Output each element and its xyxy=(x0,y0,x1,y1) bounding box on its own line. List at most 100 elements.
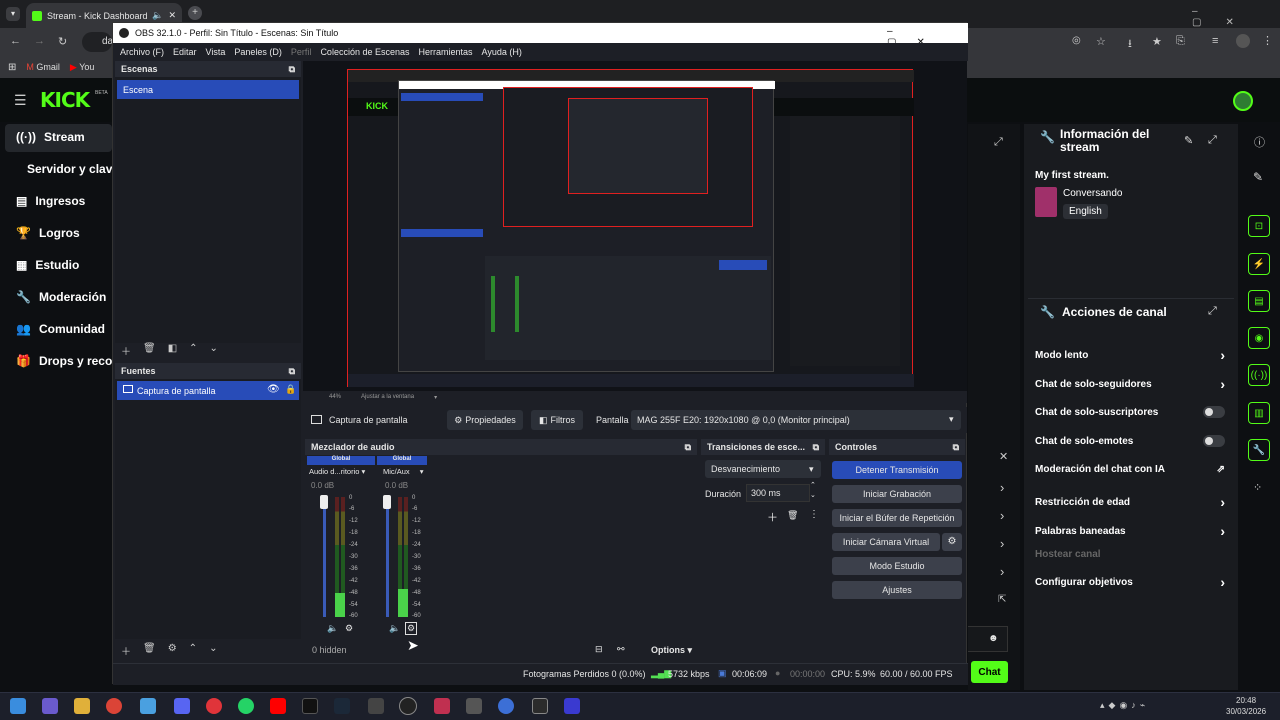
popout-icon[interactable]: ⤢ xyxy=(1208,134,1217,147)
popout-icon[interactable]: ⤢ xyxy=(1208,305,1217,318)
nav-ingresos[interactable]: ▤ Ingresos xyxy=(16,194,85,208)
gear-icon[interactable]: ⚙ xyxy=(168,643,177,658)
taskbar-app-icon[interactable] xyxy=(206,698,222,714)
channel-1-gear-icon[interactable]: ⚙ xyxy=(345,623,353,634)
eye-off-icon[interactable]: ◎ xyxy=(1072,35,1081,46)
chevron-right-icon[interactable]: › xyxy=(1000,564,1004,579)
expand-icon[interactable]: ⤢ xyxy=(994,136,1003,149)
virtual-camera-gear-icon[interactable]: ⚙ xyxy=(942,533,962,551)
address-bar[interactable]: da xyxy=(82,32,113,52)
filter-icon[interactable]: ◧ xyxy=(168,343,177,358)
rail-wrench-icon[interactable]: 🔧 xyxy=(1248,439,1270,461)
speaker-icon[interactable]: 🔈 xyxy=(152,10,163,21)
properties-button[interactable]: ⚙ Propiedades xyxy=(447,410,523,430)
add-icon[interactable]: ＋ xyxy=(121,343,131,358)
bookmark-youtube[interactable]: ▶ You xyxy=(70,62,94,73)
edit-icon[interactable]: ✎ xyxy=(1184,134,1193,147)
chevron-right-icon[interactable]: › xyxy=(1000,536,1004,551)
menu-herramientas[interactable]: Herramientas xyxy=(419,47,473,57)
action-followers-only[interactable]: Chat de solo-seguidores › xyxy=(1035,376,1225,392)
channel-1-speaker-icon[interactable]: 🔈 xyxy=(327,623,338,634)
external-link-icon[interactable]: ⇱ xyxy=(998,594,1006,605)
start-virtual-camera-button[interactable]: Iniciar Cámara Virtual xyxy=(832,533,940,551)
windows-start-icon[interactable] xyxy=(10,698,26,714)
chat-input[interactable]: ☻ xyxy=(968,626,1008,652)
obs-icon[interactable] xyxy=(399,697,417,715)
chevron-right-icon[interactable]: › xyxy=(1000,508,1004,523)
action-banned-words[interactable]: Palabras baneadas › xyxy=(1035,523,1225,539)
add-icon[interactable]: ＋ xyxy=(121,643,131,658)
nav-logros[interactable]: 🏆 Logros xyxy=(16,226,80,240)
nav-comunidad[interactable]: 👥 Comunidad xyxy=(16,322,105,336)
info-icon[interactable]: ⓘ xyxy=(1254,134,1265,150)
trash-icon[interactable]: 🗑 xyxy=(143,643,156,658)
channel-2-fader-track[interactable] xyxy=(386,497,389,617)
rail-bolt-icon[interactable]: ⚡ xyxy=(1248,253,1270,275)
taskbar-clock[interactable]: 20:48 30/03/2026 xyxy=(1226,695,1266,717)
taskbar-app-icon[interactable] xyxy=(368,698,384,714)
start-recording-button[interactable]: Iniciar Grabación xyxy=(832,485,962,503)
taskbar-app-icon[interactable] xyxy=(498,698,514,714)
star-icon[interactable]: ☆ xyxy=(1096,35,1106,48)
undock-icon[interactable]: ⧉ xyxy=(289,366,295,377)
menu-editar[interactable]: Editar xyxy=(173,47,197,57)
apps-grid-icon[interactable]: ⊞ xyxy=(8,62,16,73)
action-goals[interactable]: Configurar objetivos › xyxy=(1035,574,1225,590)
channel-2-name[interactable]: Mic/Aux ▾ xyxy=(383,467,424,476)
stepper-down-icon[interactable]: ⌄ xyxy=(810,491,816,499)
undock-icon[interactable]: ⧉ xyxy=(289,64,295,75)
chevron-down-icon[interactable]: ▾ xyxy=(434,394,437,401)
action-emotes-only[interactable]: Chat de solo-emotes xyxy=(1035,435,1225,447)
rail-doc-icon[interactable]: ▤ xyxy=(1248,290,1270,312)
steam-icon[interactable] xyxy=(334,698,350,714)
tab-search-icon[interactable]: ▾ xyxy=(6,7,20,21)
eye-icon[interactable]: 👁 xyxy=(267,384,280,395)
stepper-up-icon[interactable]: ⌃ xyxy=(810,481,816,489)
mixer-options[interactable]: Options ▾ xyxy=(651,645,692,656)
action-age-restriction[interactable]: Restricción de edad › xyxy=(1035,494,1225,510)
menu-perfil[interactable]: Perfil xyxy=(291,47,312,57)
undock-icon[interactable]: ⧉ xyxy=(813,442,819,453)
undock-icon[interactable]: ⧉ xyxy=(685,442,691,453)
taskbar-app-icon[interactable] xyxy=(42,698,58,714)
link-icon[interactable]: ⚯ xyxy=(617,644,625,655)
settings-button[interactable]: Ajustes xyxy=(832,581,962,599)
undock-icon[interactable]: ⧉ xyxy=(953,442,959,453)
preview-area[interactable]: KICK − xyxy=(303,61,967,402)
emotes-only-toggle[interactable] xyxy=(1203,435,1225,447)
menu-paneles[interactable]: Paneles (D) xyxy=(234,47,282,57)
channel-1-fader-track[interactable] xyxy=(323,497,326,617)
down-icon[interactable]: ⌄ xyxy=(209,643,217,658)
menu-ayuda[interactable]: Ayuda (H) xyxy=(482,47,522,57)
nav-stream[interactable]: ((·)) Stream xyxy=(16,130,85,144)
rail-layout-icon[interactable]: ▥ xyxy=(1248,402,1270,424)
channel-2-fader-handle[interactable] xyxy=(383,495,391,509)
youtube-icon[interactable] xyxy=(270,698,286,714)
filters-button[interactable]: ◧ Filtros xyxy=(531,410,583,430)
trash-icon[interactable]: 🗑 xyxy=(143,343,156,358)
lock-icon[interactable]: 🔒 xyxy=(285,384,296,395)
more-icon[interactable]: ⁘ xyxy=(1253,481,1262,494)
kick-logo[interactable]: KICK xyxy=(40,88,90,112)
up-icon[interactable]: ⌃ xyxy=(189,343,197,358)
action-subs-only[interactable]: Chat de solo-suscriptores xyxy=(1035,406,1225,418)
kebab-icon[interactable]: ⋮ xyxy=(809,509,819,520)
transition-select[interactable]: Desvanecimiento ▾ xyxy=(705,460,821,478)
add-icon[interactable]: ＋ xyxy=(767,509,778,525)
action-slow-mode[interactable]: Modo lento › xyxy=(1035,347,1225,363)
nav-estudio[interactable]: ▦ Estudio xyxy=(16,258,79,272)
duration-input[interactable]: 300 ms xyxy=(746,484,810,502)
profile-avatar[interactable] xyxy=(1236,34,1250,48)
channel-1-fader-handle[interactable] xyxy=(320,495,328,509)
channel-2-speaker-icon[interactable]: 🔈 xyxy=(389,623,400,634)
nav-drops[interactable]: 🎁 Drops y recom xyxy=(16,354,123,368)
nav-moderacion[interactable]: 🔧 Moderación xyxy=(16,290,106,304)
discord-icon[interactable] xyxy=(174,698,190,714)
menu-icon[interactable]: ≡ xyxy=(1212,35,1218,47)
hamburger-icon[interactable]: ☰ xyxy=(14,92,27,109)
layout-icon[interactable]: ⊟ xyxy=(595,644,603,655)
user-avatar[interactable] xyxy=(1233,91,1253,111)
rail-broadcast-icon[interactable]: ((·)) xyxy=(1248,364,1270,386)
bookmark-icon[interactable]: ★ xyxy=(1152,35,1162,48)
translate-icon[interactable]: ⎘ xyxy=(1176,35,1185,48)
